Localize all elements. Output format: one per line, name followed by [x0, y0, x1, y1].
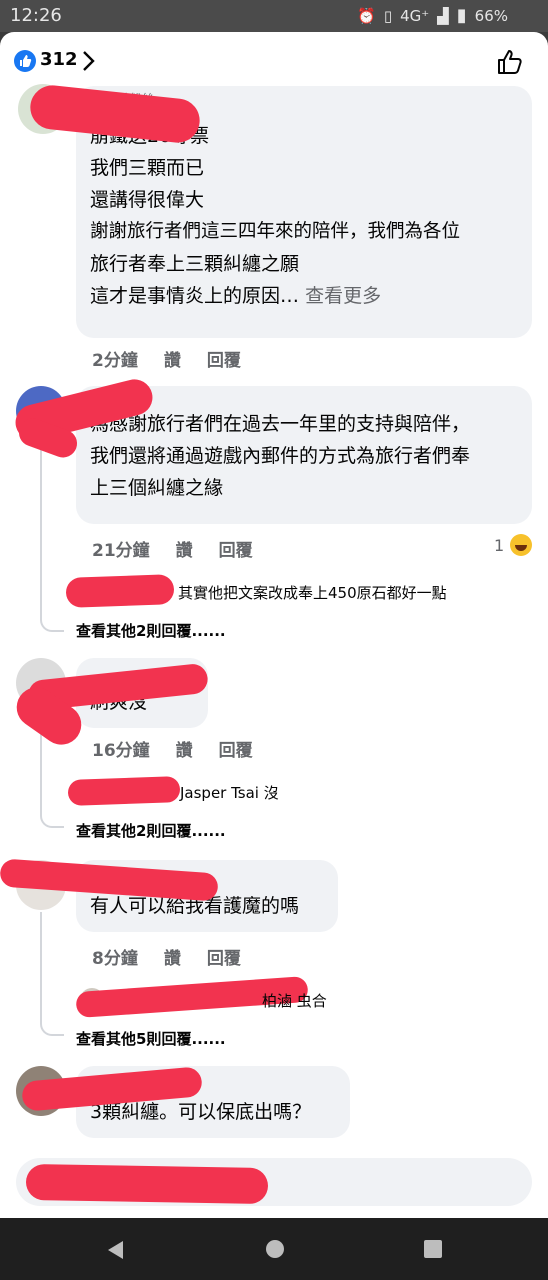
home-icon[interactable] [266, 1240, 284, 1258]
see-more-link[interactable]: 查看更多 [305, 285, 381, 307]
reply-link[interactable]: 回覆 [207, 346, 241, 371]
comment-line: 上三個糾纏之緣 [90, 477, 224, 499]
comment-line: 旅行者奉上三顆糾纏之願 [90, 253, 300, 275]
like-thumb-icon [14, 50, 36, 72]
like-link[interactable]: 讚 [176, 536, 193, 561]
vibrate-icon: ▯ [383, 6, 393, 25]
thumb-outline-icon[interactable] [496, 48, 524, 76]
comment-actions: 21分鐘 讚 回覆 [92, 536, 253, 561]
haha-emoji-icon [510, 534, 533, 556]
comments-sheet: 312 頭號粉絲 崩鐵送20專票 我們三顆而已 還講得很偉大 謝謝旅行者們這三四… [0, 32, 548, 1218]
comment-time: 2分鐘 [92, 351, 138, 371]
alarm-icon: ⏰ [357, 6, 376, 25]
back-icon[interactable] [106, 1240, 124, 1260]
comment-time: 16分鐘 [92, 741, 150, 761]
thread-line [40, 912, 64, 1036]
reaction-count: 1 [494, 535, 505, 555]
battery-icon: ▮ [456, 5, 467, 26]
comment-actions: 2分鐘 讚 回覆 [92, 346, 241, 371]
view-more-replies[interactable]: 查看其他2則回覆...... [76, 820, 226, 841]
thread-line [40, 438, 64, 632]
sheet-header: 312 [0, 32, 548, 92]
reply-link[interactable]: 回覆 [219, 536, 253, 561]
signal-icon: ▟ [437, 6, 449, 25]
reply-link[interactable]: 回覆 [207, 944, 241, 969]
comment-line: 我們三顆而已 [90, 157, 205, 179]
chevron-right-icon[interactable] [82, 50, 96, 72]
comment-line: 謝謝旅行者們這三四年來的陪伴，我們為各位 [90, 221, 461, 242]
comment-actions: 16分鐘 讚 回覆 [92, 736, 253, 761]
network-type: 4G⁺ [400, 6, 430, 25]
redaction-mark [25, 1163, 269, 1205]
redaction-mark [65, 574, 175, 608]
redaction-mark [67, 776, 181, 806]
reply-preview[interactable]: 柏滷 虫合 [262, 990, 327, 1011]
battery-level: 66% [474, 6, 508, 25]
like-link[interactable]: 讚 [176, 736, 193, 761]
view-more-replies[interactable]: 查看其他2則回覆...... [76, 620, 226, 641]
comment-line: 還講得很偉大 [90, 189, 205, 211]
comment-actions: 8分鐘 讚 回覆 [92, 944, 241, 969]
status-time: 12:26 [10, 5, 62, 26]
comment-time: 8分鐘 [92, 949, 138, 969]
comment-line: 我們還將通過遊戲內郵件的方式為旅行者們奉 [90, 445, 471, 467]
reaction-summary[interactable]: 1 [494, 534, 533, 556]
recents-icon[interactable] [424, 1240, 442, 1258]
view-more-replies[interactable]: 查看其他5則回覆...... [76, 1028, 226, 1049]
reply-preview[interactable]: Jasper Tsai 沒 [180, 782, 279, 803]
comment-line: 為感謝旅行者們在過去一年里的支持與陪伴， [90, 413, 471, 435]
status-icons: ⏰ ▯ 4G⁺ ▟ ▮ 66% [357, 5, 508, 26]
comment-time: 21分鐘 [92, 541, 150, 561]
like-count[interactable]: 312 [40, 49, 78, 70]
system-nav-bar [0, 1218, 548, 1280]
status-bar: 12:26 ⏰ ▯ 4G⁺ ▟ ▮ 66% [0, 0, 548, 32]
reply-link[interactable]: 回覆 [219, 736, 253, 761]
reply-preview[interactable]: 其實他把文案改成奉上450原石都好一點 [178, 582, 447, 603]
like-link[interactable]: 讚 [164, 944, 181, 969]
like-link[interactable]: 讚 [164, 346, 181, 371]
comment-line: 這才是事情炎上的原因… [90, 285, 300, 307]
